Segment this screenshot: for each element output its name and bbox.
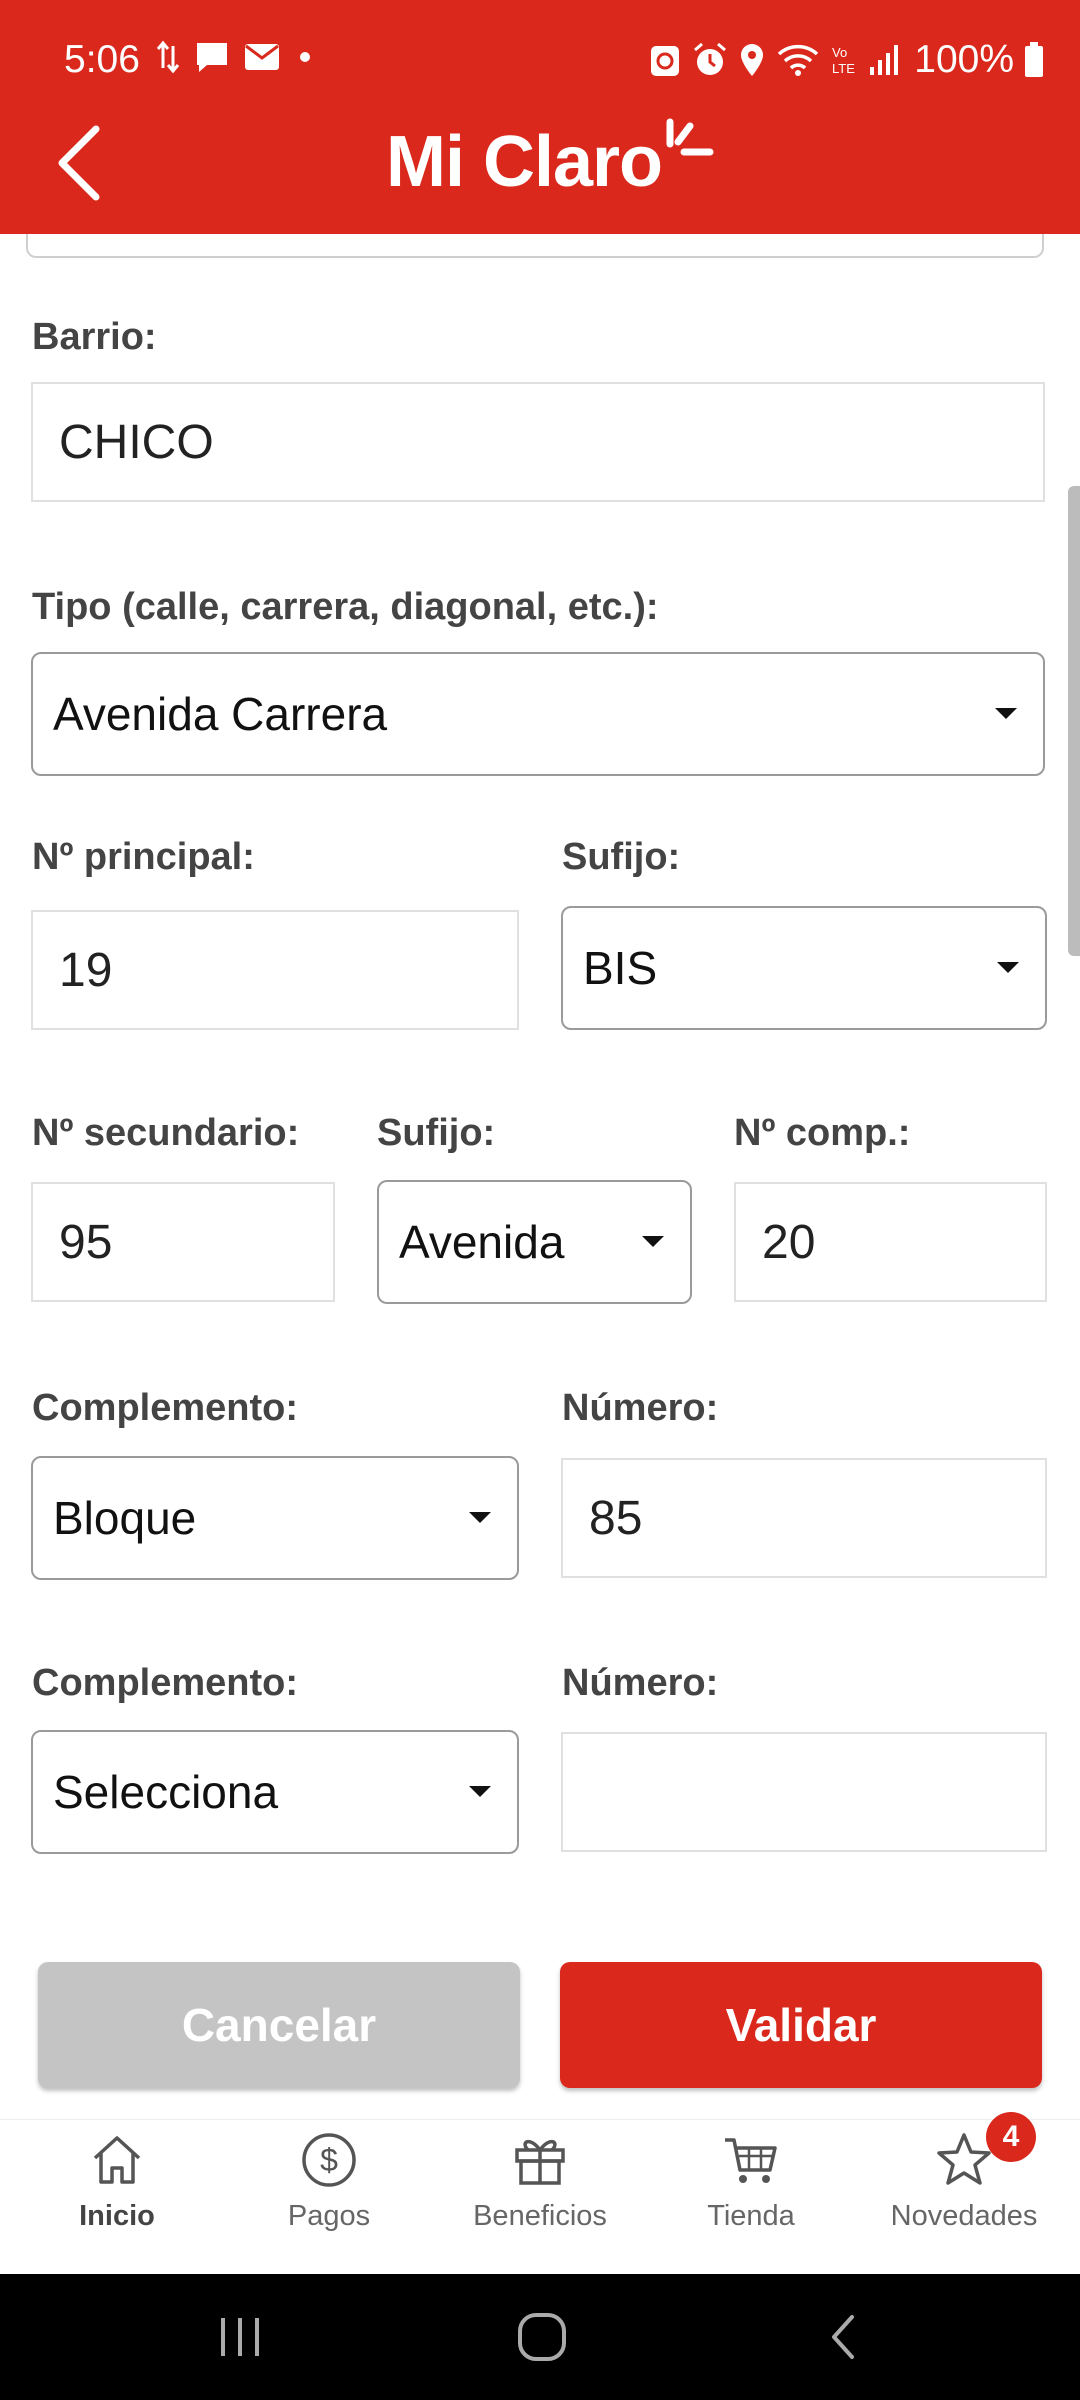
sufijo-secundario-label: Sufijo: [377, 1112, 496, 1154]
numero-2-input[interactable] [561, 1732, 1047, 1852]
nav-novedades[interactable]: Novedades 4 [856, 2112, 1072, 2275]
svg-text:Vo: Vo [832, 45, 847, 60]
numero-2-label: Número: [562, 1662, 719, 1704]
sufijo-secundario-value: Avenida [399, 1216, 565, 1268]
gift-icon [515, 2139, 565, 2185]
numero-principal-input[interactable]: 19 [31, 910, 519, 1030]
numero-secundario-input[interactable]: 95 [31, 1182, 335, 1302]
bottom-navigation: Inicio $ Pagos Beneficios Tienda Novedad… [0, 2112, 1080, 2275]
tipo-value: Avenida Carrera [53, 688, 388, 740]
dollar-coin-icon: $ [302, 2133, 356, 2187]
complemento-label: Complemento: [32, 1387, 298, 1429]
status-time: 5:06 [64, 38, 140, 81]
home-button[interactable] [482, 2274, 602, 2400]
scrollbar[interactable] [1068, 486, 1080, 956]
home-circle-icon [518, 2313, 566, 2361]
numero-principal-value: 19 [59, 943, 113, 997]
tipo-select[interactable]: Avenida Carrera [31, 652, 1045, 776]
home-icon [93, 2136, 141, 2184]
sufijo-label: Sufijo: [562, 836, 681, 878]
barrio-input[interactable]: CHICO [31, 382, 1045, 502]
recent-apps-icon [221, 2318, 259, 2356]
complemento-value: Bloque [53, 1492, 197, 1544]
nav-beneficios[interactable]: Beneficios [432, 2120, 648, 2275]
numero-value: 85 [589, 1491, 643, 1545]
location-icon [738, 42, 766, 78]
nav-novedades-label: Novedades [890, 2200, 1038, 2232]
previous-field[interactable] [26, 234, 1044, 258]
numero-comp-value: 20 [762, 1215, 816, 1269]
dropdown-caret-icon [469, 1786, 491, 1797]
numero-comp-label: Nº comp.: [734, 1112, 911, 1154]
system-back-button[interactable] [784, 2274, 904, 2400]
numero-comp-input[interactable]: 20 [734, 1182, 1047, 1302]
complemento-2-label: Complemento: [32, 1662, 298, 1704]
data-transfer-icon [156, 40, 180, 74]
svg-text:$: $ [320, 2142, 338, 2178]
sufijo-value: BIS [583, 942, 658, 994]
system-navigation-bar [0, 2274, 1080, 2400]
notification-dot-icon [294, 46, 316, 68]
cancel-button[interactable]: Cancelar [38, 1962, 520, 2088]
sufijo-secundario-select[interactable]: Avenida [377, 1180, 692, 1304]
volte-icon: Vo LTE [830, 42, 858, 78]
numero-label: Número: [562, 1387, 719, 1429]
validate-button[interactable]: Validar [560, 1962, 1042, 2088]
numero-input[interactable]: 85 [561, 1458, 1047, 1578]
complemento-2-value: Selecciona [53, 1766, 279, 1818]
cancel-button-label: Cancelar [181, 1999, 377, 2051]
chevron-left-icon [58, 125, 100, 201]
dropdown-caret-icon [469, 1512, 491, 1523]
back-chevron-icon [832, 2315, 854, 2359]
battery-level: 100% [914, 38, 1014, 81]
barrio-value: CHICO [59, 415, 214, 469]
battery-icon [1024, 42, 1044, 78]
validate-button-label: Validar [725, 1999, 877, 2051]
alarm-icon [692, 42, 728, 78]
sufijo-select[interactable]: BIS [561, 906, 1047, 1030]
chat-icon [194, 40, 230, 74]
svg-text:LTE: LTE [832, 61, 855, 76]
star-icon [937, 2133, 991, 2185]
logo-rays-icon [666, 118, 714, 156]
cart-icon [725, 2138, 777, 2183]
status-bar: 5:06 Vo LTE 100% [0, 0, 1080, 120]
back-button[interactable] [44, 118, 114, 208]
nav-tienda[interactable]: Tienda [643, 2120, 859, 2275]
nav-pagos-label: Pagos [287, 2200, 371, 2232]
nav-inicio[interactable]: Inicio [9, 2120, 225, 2275]
complemento-2-select[interactable]: Selecciona [31, 1730, 519, 1854]
recent-apps-button[interactable] [180, 2274, 300, 2400]
claro-logo: Mi Claro [386, 108, 716, 198]
dropdown-caret-icon [995, 708, 1017, 719]
complemento-select[interactable]: Bloque [31, 1456, 519, 1580]
barrio-label: Barrio: [32, 316, 157, 358]
tipo-label: Tipo (calle, carrera, diagonal, etc.): [32, 586, 659, 628]
recycle-icon [648, 42, 682, 78]
notification-badge: 4 [986, 2112, 1036, 2162]
numero-principal-label: Nº principal: [32, 836, 255, 878]
nav-tienda-label: Tienda [707, 2200, 795, 2232]
address-form: Barrio: CHICO Tipo (calle, carrera, diag… [0, 234, 1080, 2119]
wifi-icon [776, 42, 820, 78]
nav-beneficios-label: Beneficios [473, 2200, 607, 2232]
numero-secundario-value: 95 [59, 1215, 113, 1269]
signal-icon [868, 43, 900, 77]
nav-pagos[interactable]: $ Pagos [221, 2120, 437, 2275]
mail-icon [244, 43, 280, 71]
dropdown-caret-icon [642, 1236, 664, 1247]
dropdown-caret-icon [997, 962, 1019, 973]
app-header: 5:06 Vo LTE 100% Mi Claro [0, 0, 1080, 234]
numero-secundario-label: Nº secundario: [32, 1112, 300, 1154]
nav-inicio-label: Inicio [79, 2200, 155, 2232]
